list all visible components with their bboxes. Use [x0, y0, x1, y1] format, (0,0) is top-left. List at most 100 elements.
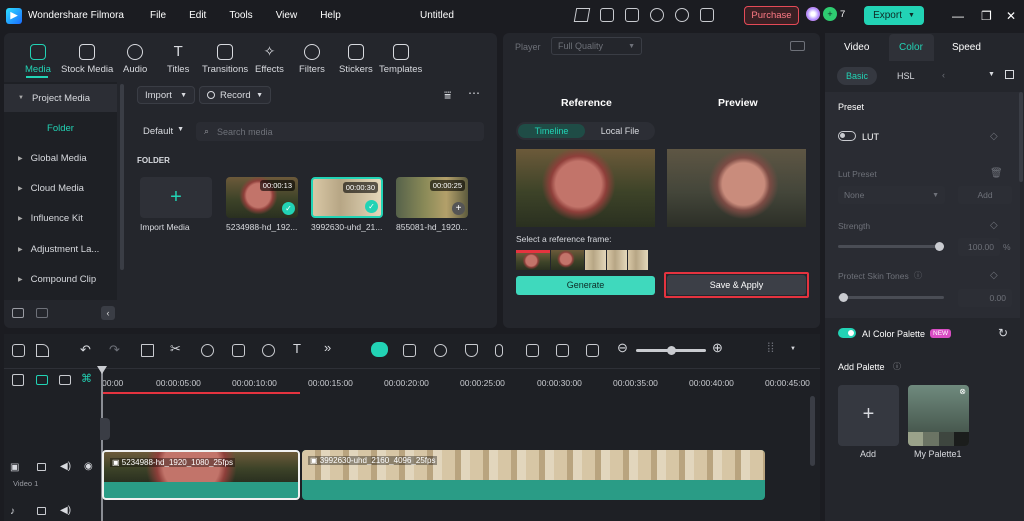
strength-slider-knob[interactable]: [935, 242, 944, 251]
audio-detach-icon[interactable]: [201, 344, 214, 357]
voiceover-icon[interactable]: [526, 344, 539, 357]
speaker-icon[interactable]: ◀): [60, 505, 71, 516]
tab-speed[interactable]: Speed: [952, 42, 981, 53]
tab-color[interactable]: Color: [899, 42, 923, 53]
audio-adjust-icon[interactable]: [262, 344, 275, 357]
folder-icon[interactable]: [36, 308, 48, 318]
lock-icon[interactable]: [37, 507, 46, 515]
timeline-vertical-scrollbar[interactable]: [810, 396, 815, 466]
media-thumb-1[interactable]: 00:00:13 ✓: [226, 177, 298, 218]
menu-tools[interactable]: Tools: [229, 10, 252, 21]
grid-view-icon[interactable]: ⁞⁞: [767, 340, 774, 355]
sidebar-item-influence-kit[interactable]: ▶ Influence Kit: [4, 204, 117, 232]
ai-tool-icon[interactable]: [371, 342, 388, 357]
menu-view[interactable]: View: [276, 10, 298, 21]
import-dropdown[interactable]: Import ▼: [137, 86, 195, 104]
tab-media[interactable]: Media: [25, 44, 51, 75]
link-clips-icon[interactable]: [36, 375, 48, 385]
menu-help[interactable]: Help: [320, 10, 341, 21]
delete-icon[interactable]: [141, 344, 154, 357]
reference-frame-strip[interactable]: [516, 250, 648, 270]
tab-video[interactable]: Video: [844, 42, 869, 53]
info-icon[interactable]: ⓘ: [914, 270, 922, 281]
strength-slider[interactable]: [838, 245, 944, 248]
shield-icon[interactable]: [465, 344, 478, 357]
tab-transitions[interactable]: Transitions: [202, 44, 248, 75]
protect-skin-input[interactable]: 0.00: [958, 289, 1012, 307]
chevron-down-icon[interactable]: ▼: [988, 71, 995, 78]
sidebar-item-adjustment-layer[interactable]: ▶ Adjustment La...: [4, 235, 117, 263]
crop-icon[interactable]: [232, 344, 245, 357]
palette-menu-icon[interactable]: ⊗: [959, 387, 966, 396]
panel-toggle-icon[interactable]: [1005, 70, 1014, 79]
text-icon[interactable]: T: [293, 341, 301, 356]
new-folder-icon[interactable]: [12, 308, 24, 318]
generate-button[interactable]: Generate: [516, 276, 655, 295]
purchase-button[interactable]: Purchase: [744, 6, 799, 25]
sidebar-item-compound-clip[interactable]: ▶ Compound Clip: [4, 265, 117, 293]
subtab-basic[interactable]: Basic: [837, 67, 877, 85]
ai-palette-toggle[interactable]: [838, 328, 856, 338]
properties-scrollbar[interactable]: [1019, 92, 1023, 182]
screen-record-icon[interactable]: [556, 344, 569, 357]
undo-icon[interactable]: ↶: [80, 342, 91, 358]
microphone-icon[interactable]: [495, 344, 503, 357]
track-settings-icon[interactable]: [59, 375, 71, 385]
select-tool-icon[interactable]: [36, 344, 49, 357]
image-icon[interactable]: [600, 8, 614, 22]
info-icon[interactable]: ⓘ: [893, 361, 901, 372]
timeline-clip-1[interactable]: ▣ 5234988-hd_1920_1080_25fps: [102, 450, 300, 500]
speaker-icon[interactable]: ◀): [60, 461, 71, 472]
strength-input[interactable]: 100.00: [958, 238, 1000, 256]
zoom-out-icon[interactable]: ⊖: [617, 340, 628, 356]
minimize-icon[interactable]: —: [952, 9, 964, 23]
tab-audio[interactable]: Audio: [123, 44, 147, 75]
fit-timeline-icon[interactable]: [586, 344, 599, 357]
subtab-hsl[interactable]: HSL: [897, 71, 915, 81]
eye-icon[interactable]: ◉: [84, 461, 93, 472]
magnet-snap-icon[interactable]: ⌘: [81, 372, 92, 385]
lut-add-button[interactable]: Add: [958, 186, 1012, 204]
headset-icon[interactable]: [675, 8, 689, 22]
lut-preset-select[interactable]: None ▼: [838, 186, 945, 204]
sidebar-scrollbar[interactable]: [120, 84, 124, 270]
keyframe-diamond-icon[interactable]: ◇: [990, 131, 998, 142]
tab-stickers[interactable]: Stickers: [339, 44, 373, 75]
lock-icon[interactable]: [37, 463, 46, 471]
snapshot-icon[interactable]: [403, 344, 416, 357]
chevron-down-icon[interactable]: ▼: [790, 346, 796, 352]
sidebar-item-project-media[interactable]: ▼ Project Media: [4, 84, 117, 112]
keyframe-diamond-icon[interactable]: ◇: [990, 270, 998, 281]
layout-icon[interactable]: [12, 344, 25, 357]
my-palette-card[interactable]: ⊗: [908, 385, 969, 446]
more-options-icon[interactable]: ⋯: [468, 86, 480, 100]
add-track-icon[interactable]: [12, 374, 24, 386]
frame-thumb[interactable]: [606, 250, 627, 270]
timeline-clip-2[interactable]: ▣ 3992630-uhd_2160_4096_25fps: [302, 450, 765, 500]
send-icon[interactable]: [573, 8, 591, 22]
restore-icon[interactable]: ❐: [981, 9, 992, 23]
close-icon[interactable]: ✕: [1006, 9, 1016, 23]
sidebar-item-global-media[interactable]: ▶ Global Media: [4, 144, 117, 172]
tab-stock-media[interactable]: Stock Media: [61, 44, 113, 75]
cloud-icon[interactable]: [650, 8, 664, 22]
sort-dropdown[interactable]: Default ▼: [143, 126, 184, 137]
media-thumb-3[interactable]: 00:00:25 +: [396, 177, 468, 218]
keyframe-diamond-icon[interactable]: ◇: [990, 220, 998, 231]
chevron-left-icon[interactable]: ‹: [942, 70, 945, 80]
reset-icon[interactable]: ↻: [998, 326, 1008, 340]
tab-local-file[interactable]: Local File: [588, 124, 652, 138]
frame-thumb[interactable]: [516, 250, 550, 270]
record-dropdown[interactable]: Record ▼: [199, 86, 271, 104]
tab-timeline[interactable]: Timeline: [518, 124, 585, 138]
trash-icon[interactable]: 🗑: [990, 168, 1003, 179]
media-thumb-2[interactable]: 00:00:30 ✓: [311, 177, 383, 218]
save-apply-button[interactable]: Save & Apply: [667, 275, 806, 295]
filter-sort-icon[interactable]: ⩸: [444, 88, 451, 103]
save-icon[interactable]: [625, 8, 639, 22]
protect-skin-slider-knob[interactable]: [839, 293, 848, 302]
tab-templates[interactable]: Templates: [379, 44, 422, 75]
frame-thumb[interactable]: [550, 250, 585, 270]
quality-dropdown[interactable]: Full Quality ▼: [551, 37, 642, 55]
tab-titles[interactable]: T Titles: [167, 44, 189, 75]
